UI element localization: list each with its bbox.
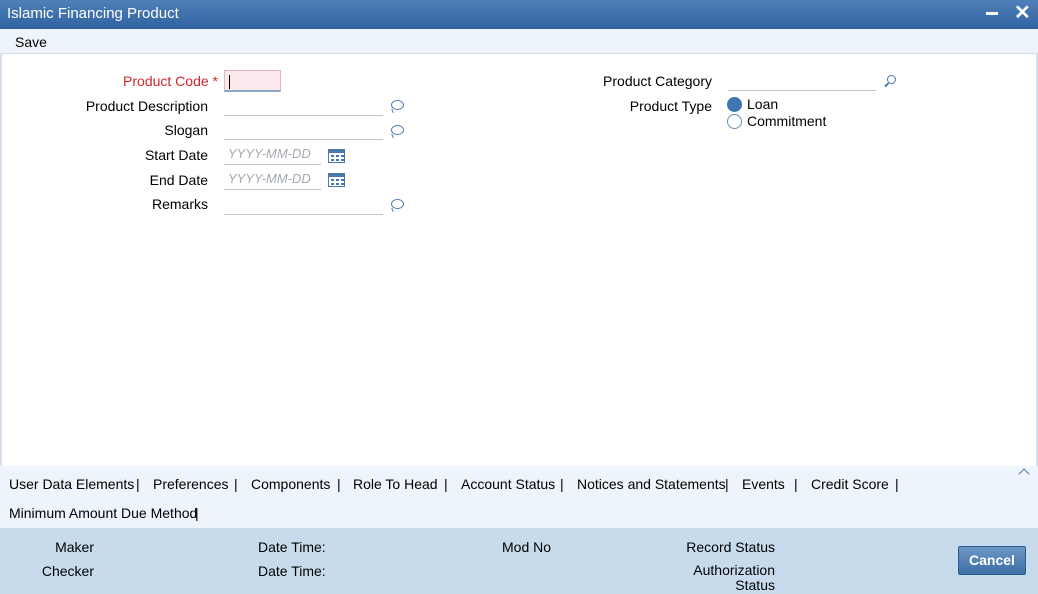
tab-separator: |: [725, 476, 729, 492]
slogan-input[interactable]: [224, 118, 383, 140]
window-title-bar: Islamic Financing Product ✕: [0, 0, 1038, 29]
tab-events[interactable]: Events: [742, 476, 785, 492]
toolbar: Save: [0, 29, 1038, 54]
audit-footer: Maker Checker Date Time: Date Time: Mod …: [0, 528, 1038, 594]
close-icon[interactable]: ✕: [1014, 3, 1031, 23]
maker-label: Maker: [55, 539, 94, 555]
end-date-label: End Date: [149, 172, 208, 188]
tab-separator: |: [444, 476, 448, 492]
tab-separator: |: [895, 476, 899, 492]
tab-separator: |: [136, 476, 140, 492]
radio-commitment[interactable]: [727, 114, 742, 129]
record-status-label: Record Status: [686, 539, 775, 555]
cancel-button[interactable]: Cancel: [958, 546, 1026, 575]
product-description-label: Product Description: [85, 98, 208, 114]
end-date-input[interactable]: YYYY-MM-DD: [224, 168, 321, 190]
checker-date-time-label: Date Time:: [258, 563, 326, 579]
tab-separator: |: [560, 476, 564, 492]
product-code-label: Product Code *: [123, 73, 218, 89]
tab-user-data-elements[interactable]: User Data Elements: [9, 476, 134, 492]
tab-notices-and-statements[interactable]: Notices and Statements: [577, 476, 726, 492]
remarks-input[interactable]: [224, 193, 383, 215]
end-date-placeholder: YYYY-MM-DD: [228, 171, 311, 186]
tab-account-status[interactable]: Account Status: [461, 476, 555, 492]
tab-separator: |: [234, 476, 238, 492]
speech-bubble-icon[interactable]: [391, 125, 404, 135]
save-button[interactable]: Save: [15, 34, 47, 50]
speech-bubble-icon[interactable]: [391, 199, 404, 209]
product-form: Product Code * Product Description Sloga…: [0, 54, 1038, 466]
remarks-label: Remarks: [151, 196, 208, 212]
start-date-input[interactable]: YYYY-MM-DD: [224, 143, 321, 165]
checker-label: Checker: [41, 563, 94, 579]
product-type-label: Product Type: [629, 98, 712, 114]
required-marker: *: [212, 73, 218, 89]
calendar-icon[interactable]: [328, 173, 345, 187]
tab-role-to-head[interactable]: Role To Head: [353, 476, 438, 492]
subscreen-tabs: User Data Elements | Preferences | Compo…: [0, 466, 1038, 528]
product-description-input[interactable]: [224, 94, 383, 116]
radio-loan-label: Loan: [747, 96, 779, 112]
tab-credit-score[interactable]: Credit Score: [811, 476, 889, 492]
radio-commitment-label: Commitment: [747, 113, 827, 129]
text-cursor: [229, 75, 230, 89]
speech-bubble-icon[interactable]: [391, 100, 404, 110]
window-title: Islamic Financing Product: [7, 5, 179, 22]
tab-separator: |: [195, 505, 199, 521]
calendar-icon[interactable]: [328, 149, 345, 163]
maker-date-time-label: Date Time:: [258, 539, 326, 555]
authorization-status-label: Authorization Status: [693, 562, 775, 593]
product-code-input[interactable]: [224, 70, 281, 92]
radio-loan[interactable]: [727, 97, 742, 112]
minimize-icon[interactable]: [986, 12, 998, 15]
tab-separator: |: [337, 476, 341, 492]
mod-no-label: Mod No: [502, 539, 552, 555]
slogan-label: Slogan: [164, 122, 208, 138]
start-date-label: Start Date: [144, 147, 208, 163]
tab-components[interactable]: Components: [251, 476, 330, 492]
tab-minimum-amount-due-method[interactable]: Minimum Amount Due Method: [9, 505, 197, 521]
tab-preferences[interactable]: Preferences: [153, 476, 228, 492]
search-icon[interactable]: [884, 75, 896, 87]
product-category-input[interactable]: [728, 69, 876, 91]
product-category-label: Product Category: [603, 73, 712, 89]
tab-separator: |: [794, 476, 798, 492]
start-date-placeholder: YYYY-MM-DD: [228, 146, 311, 161]
